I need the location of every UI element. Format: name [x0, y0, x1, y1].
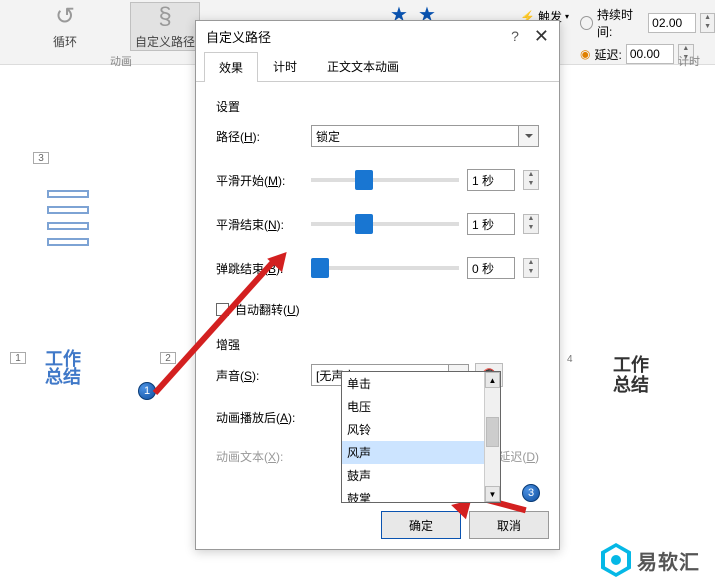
- brand-icon: [601, 543, 631, 577]
- settings-section: 设置: [216, 98, 539, 115]
- animation-section-label: 动画: [110, 53, 132, 69]
- brand-text: 易软汇: [637, 546, 700, 575]
- scroll-thumb[interactable]: [486, 417, 499, 447]
- slide-number-badge: 4: [567, 354, 573, 365]
- path-label: 路径(H):: [216, 128, 311, 145]
- chevron-down-icon[interactable]: [518, 126, 538, 146]
- slide-number-badge[interactable]: 1: [10, 352, 26, 364]
- dropdown-option[interactable]: 风声: [342, 441, 500, 464]
- dialog-titlebar: 自定义路径 ? ✕: [196, 21, 559, 51]
- slide-text: 工作 总结: [45, 350, 81, 386]
- delay-icon: ◉: [580, 47, 590, 61]
- duration-icon: [580, 16, 593, 30]
- anim-text-label: 动画文本(X):: [216, 448, 311, 465]
- slide-shape: [47, 190, 89, 250]
- duration-label: 持续时间:: [597, 6, 644, 40]
- custom-path-icon: §: [158, 3, 171, 31]
- dropdown-option[interactable]: 单击: [342, 372, 500, 395]
- duration-input[interactable]: [648, 13, 696, 33]
- ok-button[interactable]: 确定: [381, 511, 461, 539]
- timing-section-label: 计时: [678, 53, 700, 69]
- smooth-end-spinner[interactable]: ▲▼: [523, 214, 539, 234]
- ribbon-custom-path-button[interactable]: § 自定义路径: [130, 2, 200, 51]
- tab-text-anim[interactable]: 正文文本动画: [312, 51, 414, 81]
- after-anim-label: 动画播放后(A):: [216, 409, 311, 426]
- smooth-end-value[interactable]: [467, 213, 515, 235]
- sound-label: 声音(S):: [216, 367, 311, 384]
- bounce-end-spinner[interactable]: ▲▼: [523, 258, 539, 278]
- dialog-title: 自定义路径: [206, 27, 511, 46]
- tabs: 效果 计时 正文文本动画: [196, 51, 559, 82]
- scroll-up-button[interactable]: ▲: [485, 372, 500, 388]
- smooth-end-slider[interactable]: [311, 222, 459, 226]
- enhance-section: 增强: [216, 336, 539, 353]
- watermark: 易软汇: [601, 543, 700, 577]
- duration-spinner[interactable]: ▲▼: [700, 13, 715, 33]
- cancel-button[interactable]: 取消: [469, 511, 549, 539]
- bounce-end-slider[interactable]: [311, 266, 459, 270]
- dropdown-option[interactable]: 电压: [342, 395, 500, 418]
- help-button[interactable]: ?: [511, 28, 519, 44]
- custom-path-label: 自定义路径: [135, 33, 195, 50]
- loop-label: 循环: [53, 33, 77, 50]
- dropdown-option[interactable]: 风铃: [342, 418, 500, 441]
- dropdown-option[interactable]: 鼓声: [342, 464, 500, 487]
- close-button[interactable]: ✕: [534, 26, 549, 47]
- smooth-start-label: 平滑开始(M):: [216, 172, 311, 189]
- loop-icon: ↺: [55, 2, 75, 31]
- slide-number-badge[interactable]: 2: [160, 352, 176, 364]
- auto-reverse-checkbox[interactable]: 自动翻转(U): [216, 301, 539, 318]
- path-combo[interactable]: 锁定: [311, 125, 539, 147]
- slide-text: 工作 总结: [613, 355, 649, 395]
- smooth-start-spinner[interactable]: ▲▼: [523, 170, 539, 190]
- bounce-end-value[interactable]: [467, 257, 515, 279]
- sound-dropdown-list: 单击 电压 风铃 风声 鼓声 鼓掌 ▲ ▼: [341, 371, 501, 503]
- ribbon-loop-button[interactable]: ↺ 循环: [30, 2, 100, 50]
- smooth-end-label: 平滑结束(N):: [216, 216, 311, 233]
- delay-label: 延迟:: [594, 46, 621, 63]
- slide-number-badge[interactable]: 3: [33, 152, 49, 164]
- dropdown-scrollbar[interactable]: ▲ ▼: [484, 372, 500, 502]
- dropdown-option[interactable]: 鼓掌: [342, 487, 500, 503]
- smooth-start-slider[interactable]: [311, 178, 459, 182]
- scroll-down-button[interactable]: ▼: [485, 486, 500, 502]
- tab-timing[interactable]: 计时: [258, 51, 312, 81]
- tab-effect[interactable]: 效果: [204, 52, 258, 82]
- smooth-start-value[interactable]: [467, 169, 515, 191]
- chevron-down-icon: ▾: [565, 12, 569, 21]
- delay-input[interactable]: [626, 44, 674, 64]
- annotation-badge: 3: [522, 484, 540, 502]
